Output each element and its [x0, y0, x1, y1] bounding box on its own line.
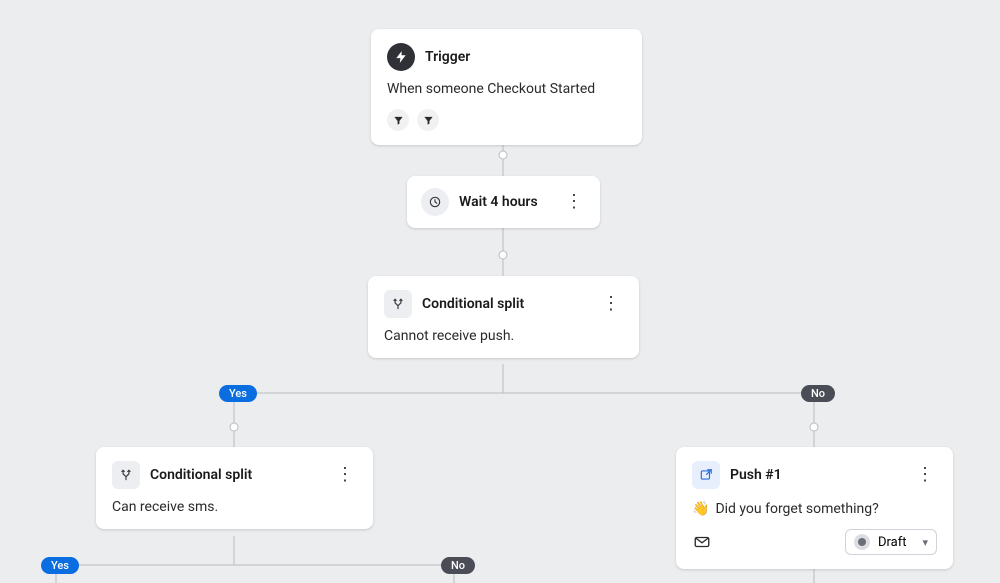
filter-exclude-icon[interactable]	[417, 109, 439, 131]
filter-include-icon[interactable]	[387, 109, 409, 131]
wait-title: Wait 4 hours	[459, 194, 538, 210]
envelope-icon[interactable]	[692, 532, 712, 552]
branch-badge-yes-2: Yes	[41, 557, 79, 574]
status-dot-icon	[854, 534, 870, 550]
split-icon	[112, 461, 140, 489]
wait-card[interactable]: Wait 4 hours ⋮	[407, 176, 600, 228]
trigger-title: Trigger	[425, 49, 470, 65]
branch-badge-yes: Yes	[219, 385, 257, 402]
more-vertical-icon: ⋮	[565, 193, 583, 211]
wave-emoji-icon: 👋	[692, 501, 709, 517]
trigger-desc: When someone Checkout Started	[387, 81, 626, 97]
push-title: Push #1	[730, 467, 782, 483]
more-vertical-icon: ⋮	[602, 295, 620, 313]
cond2-more-button[interactable]: ⋮	[333, 463, 357, 487]
status-dropdown[interactable]: Draft ▾	[845, 529, 937, 555]
chevron-down-icon: ▾	[922, 536, 928, 549]
cond2-desc: Can receive sms.	[112, 499, 357, 515]
more-vertical-icon: ⋮	[916, 466, 934, 484]
cond1-desc: Cannot receive push.	[384, 328, 623, 344]
push-more-button[interactable]: ⋮	[913, 463, 937, 487]
push-desc: Did you forget something?	[715, 501, 878, 517]
cond1-more-button[interactable]: ⋮	[599, 292, 623, 316]
cond1-title: Conditional split	[422, 296, 524, 312]
bolt-icon	[387, 43, 415, 71]
branch-badge-no-2: No	[441, 557, 475, 574]
split-icon	[384, 290, 412, 318]
flow-canvas: Yes No Yes No Trigger When someone Check…	[0, 0, 1000, 583]
status-label: Draft	[878, 535, 907, 550]
cond2-title: Conditional split	[150, 467, 252, 483]
push-card[interactable]: Push #1 ⋮ 👋 Did you forget something? Dr…	[676, 447, 953, 569]
conditional-split-card-1[interactable]: Conditional split ⋮ Cannot receive push.	[368, 276, 639, 358]
trigger-chips	[387, 109, 626, 131]
clock-icon	[421, 188, 449, 216]
trigger-card[interactable]: Trigger When someone Checkout Started	[371, 29, 642, 145]
push-icon	[692, 461, 720, 489]
more-vertical-icon: ⋮	[336, 466, 354, 484]
conditional-split-card-2[interactable]: Conditional split ⋮ Can receive sms.	[96, 447, 373, 529]
wait-more-button[interactable]: ⋮	[562, 190, 586, 214]
branch-badge-no: No	[801, 385, 835, 402]
